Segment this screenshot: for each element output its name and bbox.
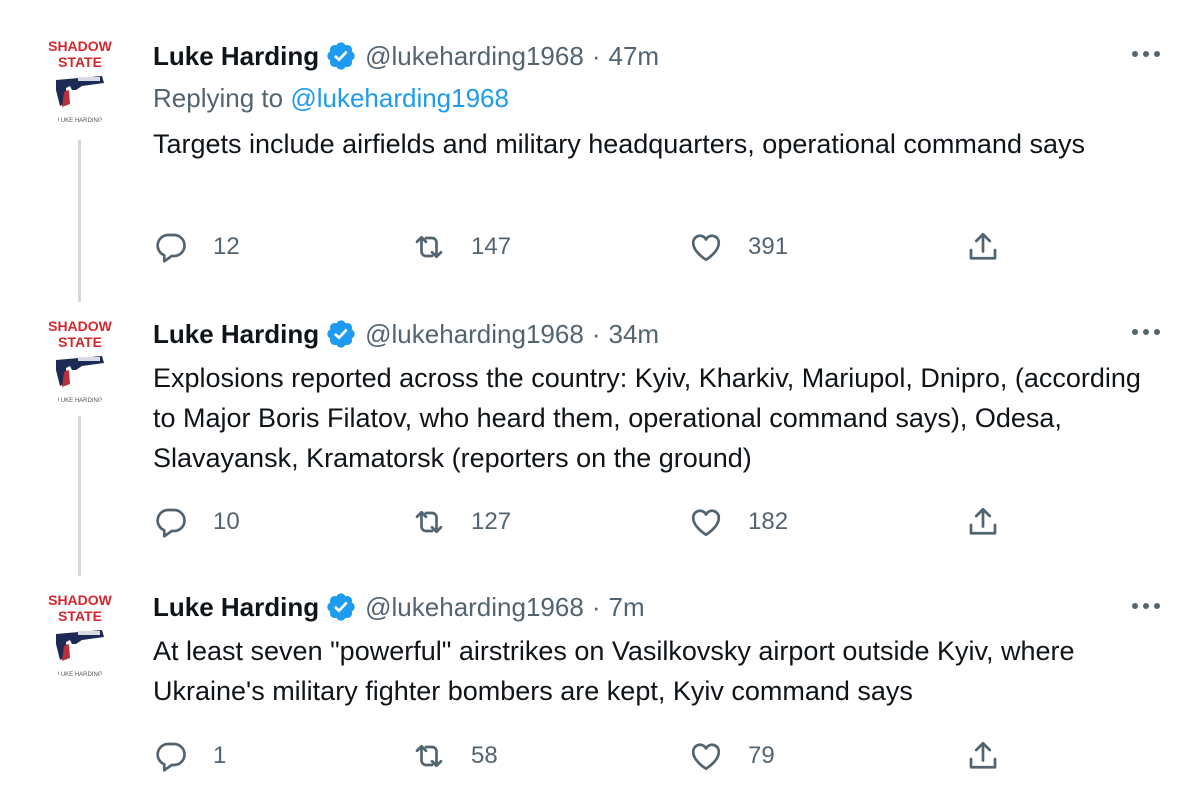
separator-dot: ·: [591, 318, 601, 349]
reply-icon: [156, 233, 186, 263]
retweet-icon: [415, 744, 443, 768]
share-icon: [969, 741, 997, 769]
retweet-button[interactable]: 147: [411, 227, 511, 267]
tweet-header: Luke Harding @lukeharding1968 · 34m: [153, 314, 659, 354]
separator-dot: ·: [591, 591, 601, 622]
share-button[interactable]: [965, 502, 1001, 542]
more-options-button[interactable]: [1130, 590, 1162, 622]
author-handle[interactable]: @lukeharding1968: [365, 41, 584, 72]
svg-text:SHADOW: SHADOW: [48, 38, 113, 54]
author-name[interactable]: Luke Harding: [153, 592, 319, 623]
retweet-icon: [415, 235, 443, 259]
retweet-count: 147: [471, 233, 512, 260]
author-handle[interactable]: @lukeharding1968: [365, 592, 584, 623]
more-options-icon: [1132, 329, 1160, 335]
verified-badge-icon: [327, 320, 355, 348]
retweet-count: 127: [471, 508, 512, 535]
retweet-icon: [415, 510, 443, 534]
reply-button[interactable]: 1: [153, 736, 226, 776]
tweet-actions: 12 147 391: [153, 227, 1053, 267]
share-icon: [969, 507, 997, 535]
reply-count: 1: [213, 742, 227, 769]
share-button[interactable]: [965, 227, 1001, 267]
timestamp[interactable]: 47m: [608, 41, 659, 72]
like-button[interactable]: 79: [688, 736, 775, 776]
tweet-actions: 1 58 79: [153, 736, 1053, 776]
tweet-header: Luke Harding @lukeharding1968 · 47m: [153, 36, 659, 76]
share-button[interactable]: [965, 736, 1001, 776]
svg-text:SHADOW: SHADOW: [48, 592, 113, 608]
svg-text:STATE: STATE: [58, 334, 102, 350]
author-name[interactable]: Luke Harding: [153, 41, 319, 72]
more-options-button[interactable]: [1130, 316, 1162, 348]
svg-text:LUKE HARDING: LUKE HARDING: [57, 398, 102, 404]
reply-icon: [156, 742, 186, 772]
more-options-icon: [1132, 51, 1160, 57]
like-count: 391: [748, 233, 789, 260]
timestamp[interactable]: 34m: [608, 319, 659, 350]
avatar[interactable]: SHADOW STATE LUKE HARDING: [32, 30, 128, 126]
more-options-button[interactable]: [1130, 38, 1162, 70]
tweet[interactable]: SHADOW STATE LUKE HARDING Luke Harding @…: [0, 584, 1198, 799]
avatar[interactable]: SHADOW STATE LUKE HARDING: [32, 310, 128, 406]
separator-dot: ·: [591, 40, 601, 71]
svg-text:LUKE HARDING: LUKE HARDING: [57, 672, 102, 678]
tweet-actions: 10 127 182: [153, 502, 1053, 542]
tweet-text: Targets include airfields and military h…: [153, 129, 1085, 159]
reply-button[interactable]: 12: [153, 227, 240, 267]
more-options-icon: [1132, 603, 1160, 609]
tweet[interactable]: SHADOW STATE LUKE HARDING Luke Harding @…: [0, 0, 1198, 300]
tweet[interactable]: SHADOW STATE LUKE HARDING Luke Harding @…: [0, 310, 1198, 580]
tweet-header: Luke Harding @lukeharding1968 · 7m: [153, 587, 645, 627]
timestamp[interactable]: 7m: [608, 592, 644, 623]
retweet-count: 58: [471, 742, 498, 769]
like-count: 79: [748, 742, 775, 769]
verified-badge-icon: [327, 593, 355, 621]
replying-to-mention[interactable]: @lukeharding1968: [290, 83, 509, 113]
like-button[interactable]: 182: [688, 502, 788, 542]
author-handle[interactable]: @lukeharding1968: [365, 319, 584, 350]
reply-count: 12: [213, 233, 240, 260]
author-name[interactable]: Luke Harding: [153, 319, 319, 350]
svg-text:STATE: STATE: [58, 608, 102, 624]
book-cover-avatar-icon: SHADOW STATE LUKE HARDING: [48, 38, 113, 124]
book-cover-avatar-icon: SHADOW STATE LUKE HARDING: [48, 318, 113, 404]
svg-text:SHADOW: SHADOW: [48, 318, 113, 334]
like-icon: [691, 743, 721, 771]
verified-badge-icon: [327, 42, 355, 70]
retweet-button[interactable]: 58: [411, 736, 498, 776]
avatar[interactable]: SHADOW STATE LUKE HARDING: [32, 584, 128, 680]
like-icon: [691, 234, 721, 262]
book-cover-avatar-icon: SHADOW STATE LUKE HARDING: [48, 592, 113, 678]
like-icon: [691, 509, 721, 537]
replying-to: Replying to @lukeharding1968: [153, 83, 509, 114]
reply-button[interactable]: 10: [153, 502, 240, 542]
replying-to-label: Replying to: [153, 83, 284, 113]
retweet-button[interactable]: 127: [411, 502, 511, 542]
tweet-text: Explosions reported across the country: …: [153, 363, 1141, 473]
svg-text:LUKE HARDING: LUKE HARDING: [57, 118, 102, 124]
reply-count: 10: [213, 508, 240, 535]
share-icon: [969, 232, 997, 260]
reply-icon: [156, 508, 186, 538]
like-count: 182: [748, 508, 789, 535]
tweet-text: At least seven "powerful" airstrikes on …: [153, 636, 1075, 706]
svg-text:STATE: STATE: [58, 54, 102, 70]
like-button[interactable]: 391: [688, 227, 788, 267]
